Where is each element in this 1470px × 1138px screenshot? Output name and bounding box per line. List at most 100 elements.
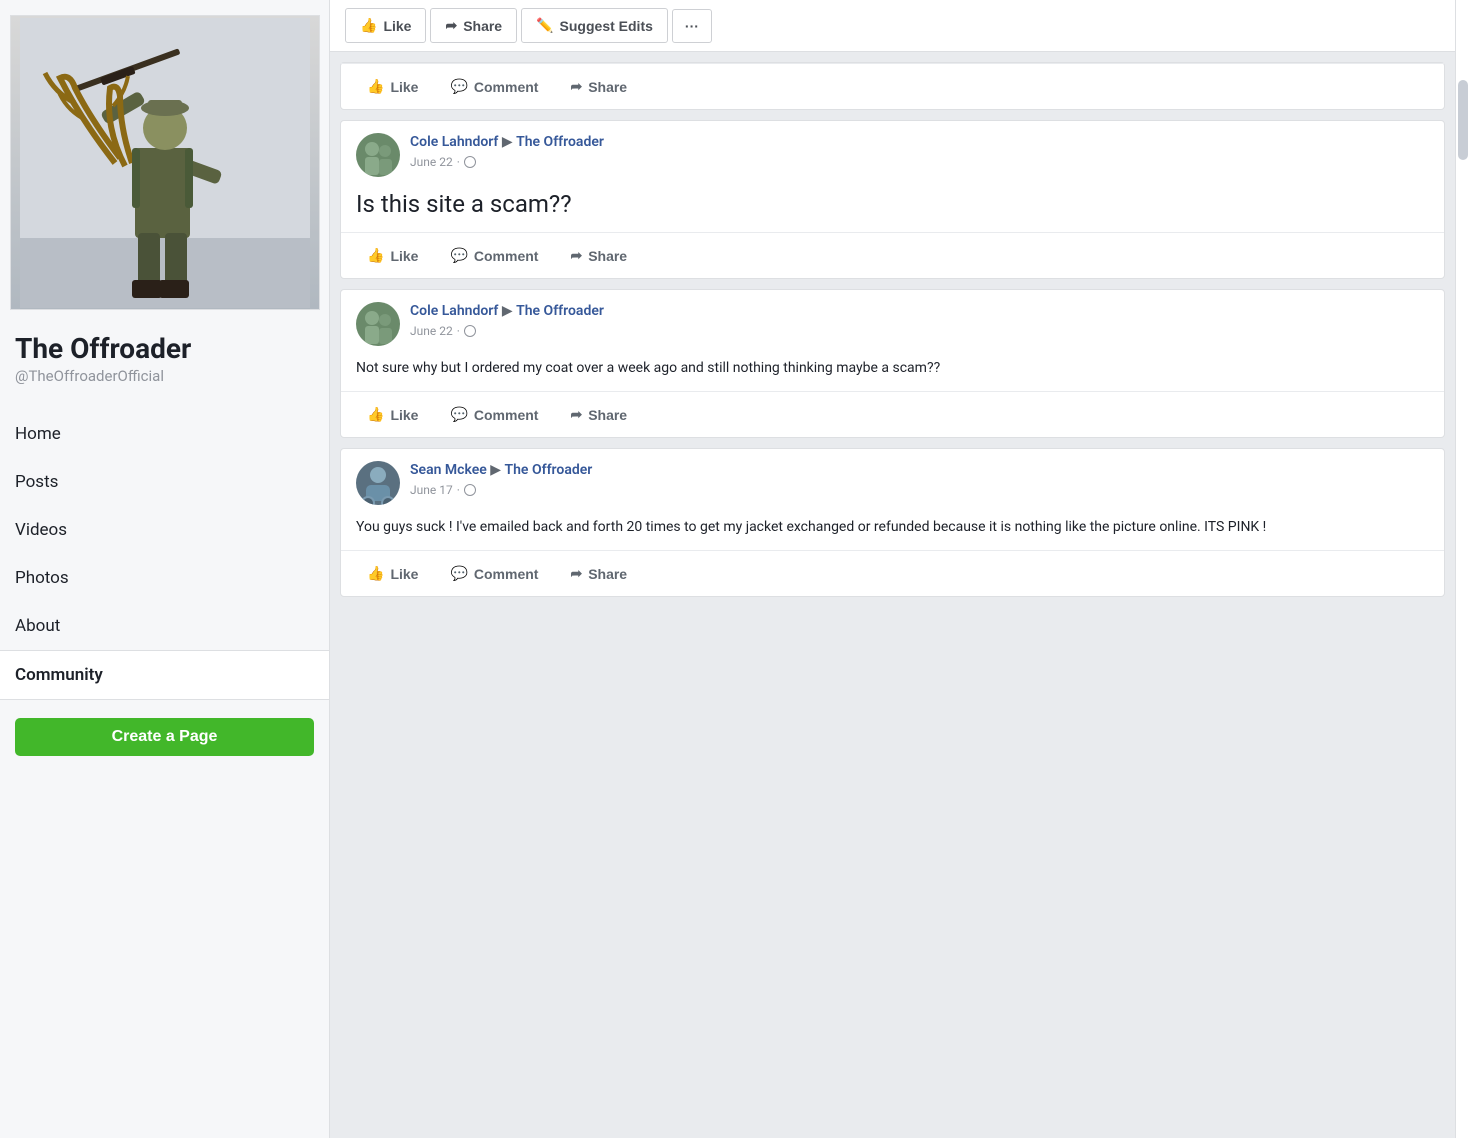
share-button-1[interactable]: ➦ Share xyxy=(554,239,643,272)
post-card-2: Cole Lahndorf ▶ The Offroader June 22 · … xyxy=(340,289,1445,438)
share-button-3[interactable]: ➦ Share xyxy=(554,557,643,590)
separator-2: · xyxy=(457,324,460,338)
date-text-2: June 22 xyxy=(410,324,453,338)
comment-button-2[interactable]: 💬 Comment xyxy=(434,398,554,431)
comment-button-1[interactable]: 💬 Comment xyxy=(434,239,554,272)
comment-label: Comment xyxy=(474,407,539,423)
sidebar-nav: Home Posts Videos Photos About Community xyxy=(0,410,329,700)
post-page-3[interactable]: The Offroader xyxy=(505,462,593,478)
like-label: Like xyxy=(383,18,411,34)
comment-icon: 💬 xyxy=(450,78,467,95)
share-icon: ➦ xyxy=(445,17,457,34)
post-author-line-1: Cole Lahndorf ▶ The Offroader xyxy=(410,133,604,153)
suggest-edits-button[interactable]: ✏️ Suggest Edits xyxy=(521,8,668,43)
comment-icon: 💬 xyxy=(450,565,467,582)
post-actions-2: 👍 Like 💬 Comment ➦ Share xyxy=(341,391,1444,437)
post-actions: 👍 Like 💬 Comment ➦ Share xyxy=(341,63,1444,109)
like-page-button[interactable]: 👍 Like xyxy=(345,8,426,43)
scrollbar-thumb[interactable] xyxy=(1458,80,1468,160)
main-content: 👍 Like ➦ Share ✏️ Suggest Edits ··· 👍 Li… xyxy=(330,0,1455,1138)
sidebar-item-about[interactable]: About xyxy=(0,602,329,650)
sidebar: The Offroader @TheOffroaderOfficial Home… xyxy=(0,0,330,1138)
sidebar-item-home[interactable]: Home xyxy=(0,410,329,458)
sidebar-item-videos[interactable]: Videos xyxy=(0,506,329,554)
avatar-1 xyxy=(356,133,400,177)
post-author-2[interactable]: Cole Lahndorf xyxy=(410,303,498,319)
post-actions-1: 👍 Like 💬 Comment ➦ Share xyxy=(341,232,1444,278)
post-header-2: Cole Lahndorf ▶ The Offroader June 22 · xyxy=(341,290,1444,354)
comment-label: Comment xyxy=(474,79,539,95)
like-label: Like xyxy=(390,79,418,95)
suggest-edits-label: Suggest Edits xyxy=(560,18,653,34)
like-label: Like xyxy=(390,566,418,582)
post-card-3: Sean Mckee ▶ The Offroader June 17 · You… xyxy=(340,448,1445,597)
post-author-1[interactable]: Cole Lahndorf xyxy=(410,134,498,150)
arrow-icon-3: ▶ xyxy=(490,462,504,478)
post-meta-1: Cole Lahndorf ▶ The Offroader June 22 · xyxy=(410,133,604,169)
post-page-2[interactable]: The Offroader xyxy=(516,303,604,319)
like-button-1[interactable]: 👍 Like xyxy=(351,239,434,272)
like-icon: 👍 xyxy=(367,565,384,582)
globe-icon-2 xyxy=(464,325,476,337)
share-button-2[interactable]: ➦ Share xyxy=(554,398,643,431)
post-header-3: Sean Mckee ▶ The Offroader June 17 · xyxy=(341,449,1444,513)
post-meta-2: Cole Lahndorf ▶ The Offroader June 22 · xyxy=(410,302,604,338)
share-label: Share xyxy=(588,407,627,423)
post-body-1: Is this site a scam?? xyxy=(341,185,1444,232)
post-author-line-3: Sean Mckee ▶ The Offroader xyxy=(410,461,592,481)
share-label: Share xyxy=(588,79,627,95)
share-label: Share xyxy=(588,566,627,582)
like-icon: 👍 xyxy=(367,247,384,264)
comment-label: Comment xyxy=(474,248,539,264)
separator-1: · xyxy=(457,155,460,169)
like-button[interactable]: 👍 Like xyxy=(351,70,434,103)
post-page-1[interactable]: The Offroader xyxy=(516,134,604,150)
comment-label: Comment xyxy=(474,566,539,582)
page-name: The Offroader xyxy=(0,320,206,367)
arrow-icon-2: ▶ xyxy=(502,303,516,319)
share-label: Share xyxy=(463,18,502,34)
like-icon: 👍 xyxy=(367,78,384,95)
post-action-only: 👍 Like 💬 Comment ➦ Share xyxy=(340,62,1445,110)
post-date-2: June 22 · xyxy=(410,324,604,338)
sidebar-item-posts[interactable]: Posts xyxy=(0,458,329,506)
comment-icon: 💬 xyxy=(450,247,467,264)
cover-photo-illustration xyxy=(11,16,319,309)
globe-icon-1 xyxy=(464,156,476,168)
post-card-1: Cole Lahndorf ▶ The Offroader June 22 · … xyxy=(340,120,1445,279)
pencil-icon: ✏️ xyxy=(536,17,553,34)
avatar-3 xyxy=(356,461,400,505)
share-page-button[interactable]: ➦ Share xyxy=(430,8,517,43)
thumbs-up-icon: 👍 xyxy=(360,17,377,34)
more-options-button[interactable]: ··· xyxy=(672,9,712,43)
arrow-icon-1: ▶ xyxy=(502,134,516,150)
separator-3: · xyxy=(457,483,460,497)
like-label: Like xyxy=(390,248,418,264)
share-icon: ➦ xyxy=(570,565,582,582)
action-bar: 👍 Like ➦ Share ✏️ Suggest Edits ··· xyxy=(330,0,1455,52)
share-icon: ➦ xyxy=(570,247,582,264)
create-page-button[interactable]: Create a Page xyxy=(15,718,314,756)
share-icon: ➦ xyxy=(570,406,582,423)
sidebar-item-photos[interactable]: Photos xyxy=(0,554,329,602)
globe-icon-3 xyxy=(464,484,476,496)
post-body-3: You guys suck ! I've emailed back and fo… xyxy=(341,513,1444,550)
like-button-3[interactable]: 👍 Like xyxy=(351,557,434,590)
scrollbar-area xyxy=(1455,0,1470,1138)
post-meta-3: Sean Mckee ▶ The Offroader June 17 · xyxy=(410,461,592,497)
share-icon: ➦ xyxy=(570,78,582,95)
sidebar-item-community[interactable]: Community xyxy=(0,650,329,700)
post-header-1: Cole Lahndorf ▶ The Offroader June 22 · xyxy=(341,121,1444,185)
share-button[interactable]: ➦ Share xyxy=(554,70,643,103)
page-handle: @TheOffroaderOfficial xyxy=(0,367,179,405)
post-author-3[interactable]: Sean Mckee xyxy=(410,462,487,478)
like-button-2[interactable]: 👍 Like xyxy=(351,398,434,431)
comment-button[interactable]: 💬 Comment xyxy=(434,70,554,103)
post-body-2: Not sure why but I ordered my coat over … xyxy=(341,354,1444,391)
like-label: Like xyxy=(390,407,418,423)
comment-button-3[interactable]: 💬 Comment xyxy=(434,557,554,590)
post-date-1: June 22 · xyxy=(410,155,604,169)
share-label: Share xyxy=(588,248,627,264)
avatar-2 xyxy=(356,302,400,346)
post-date-3: June 17 · xyxy=(410,483,592,497)
